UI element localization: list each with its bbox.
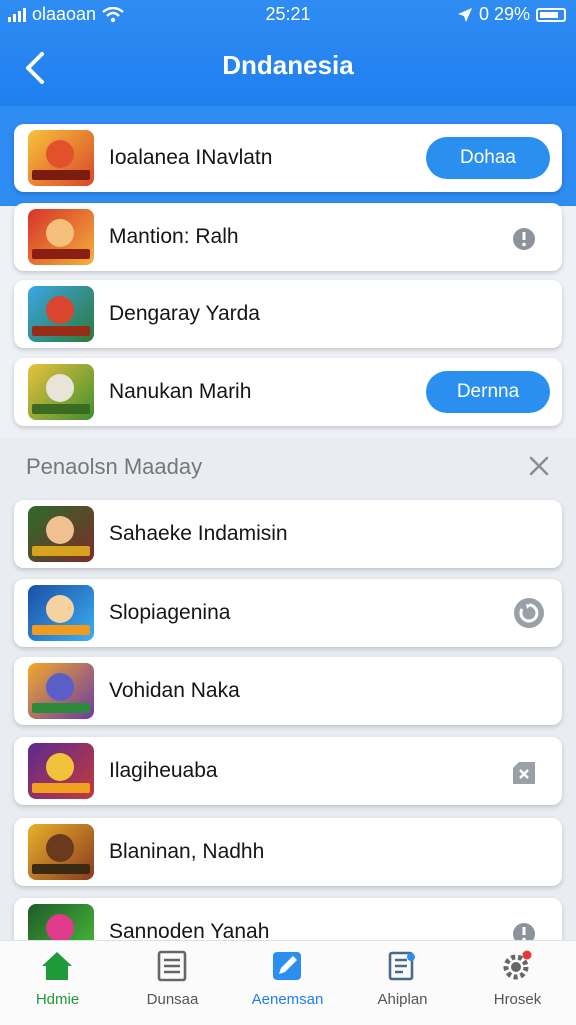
clear-icon[interactable] [510, 759, 538, 787]
header-bar: olaaoan 25:21 0 29% Dndanesia [0, 0, 576, 106]
list-item[interactable]: Nanukan Marih Dernna [14, 358, 562, 426]
list-item[interactable]: Ilagiheuaba [14, 737, 562, 805]
tab-settings[interactable]: Hrosek [460, 941, 575, 1025]
item-name: Sahaeke Indamisin [109, 522, 288, 545]
action-button[interactable]: Dohaa [426, 137, 550, 179]
tab-edit[interactable]: Aenemsan [230, 941, 345, 1025]
page-title: Dndanesia [222, 50, 354, 80]
action-button[interactable]: Dernna [426, 371, 550, 413]
list-icon [157, 950, 187, 982]
location-icon [457, 7, 472, 22]
tab-apps[interactable]: Ahiplan [345, 941, 460, 1025]
item-name: Vohidan Naka [109, 679, 240, 702]
document-icon [388, 951, 415, 981]
game-thumbnail [28, 743, 94, 799]
list-item[interactable]: Slopiagenina [14, 579, 562, 647]
list-item[interactable]: Mantion: Ralh [14, 203, 562, 271]
item-name: Ilagiheuaba [109, 759, 218, 782]
game-thumbnail [28, 286, 94, 342]
section-title: Penaolsn Maaday [26, 454, 203, 479]
list-item[interactable]: Ioalanea INavlatn Dohaa [14, 124, 562, 192]
item-name: Blaninan, Nadhh [109, 840, 265, 863]
item-name: Nanukan Marih [109, 380, 252, 403]
edit-icon [273, 952, 301, 980]
gear-icon [503, 950, 532, 980]
game-thumbnail [28, 364, 94, 420]
status-bar: olaaoan 25:21 0 29% [0, 0, 576, 30]
tab-label: Hrosek [493, 991, 542, 1008]
info-icon[interactable] [510, 225, 538, 253]
item-name: Ioalanea INavlatn [109, 146, 273, 169]
item-name: Slopiagenina [109, 601, 231, 624]
list-item[interactable]: Dengaray Yarda [14, 280, 562, 348]
battery-text: 0 29% [478, 4, 530, 24]
list-item[interactable]: Sahaeke Indamisin [14, 500, 562, 568]
game-thumbnail [28, 585, 94, 641]
game-thumbnail [28, 130, 94, 186]
tab-label: Dunsaa [146, 991, 199, 1008]
list-item[interactable]: Vohidan Naka [14, 657, 562, 725]
tab-bar: Hdmie Dunsaa Aenemsan Ahiplan Hrosek [0, 940, 576, 1025]
tab-label: Aenemsan [251, 991, 324, 1008]
tab-label: Ahiplan [377, 991, 428, 1008]
item-name: Dengaray Yarda [109, 302, 260, 325]
tab-list[interactable]: Dunsaa [115, 941, 230, 1025]
tab-home[interactable]: Hdmie [0, 941, 115, 1025]
game-thumbnail [28, 663, 94, 719]
game-thumbnail [28, 824, 94, 880]
home-icon [42, 952, 72, 980]
game-thumbnail [28, 506, 94, 562]
list-item[interactable]: Blaninan, Nadhh [14, 818, 562, 886]
refresh-icon[interactable] [512, 596, 546, 630]
game-thumbnail [28, 209, 94, 265]
close-icon[interactable] [528, 455, 550, 477]
item-name: Mantion: Ralh [109, 225, 239, 248]
tab-label: Hdmie [35, 991, 80, 1008]
battery-icon [536, 7, 566, 22]
